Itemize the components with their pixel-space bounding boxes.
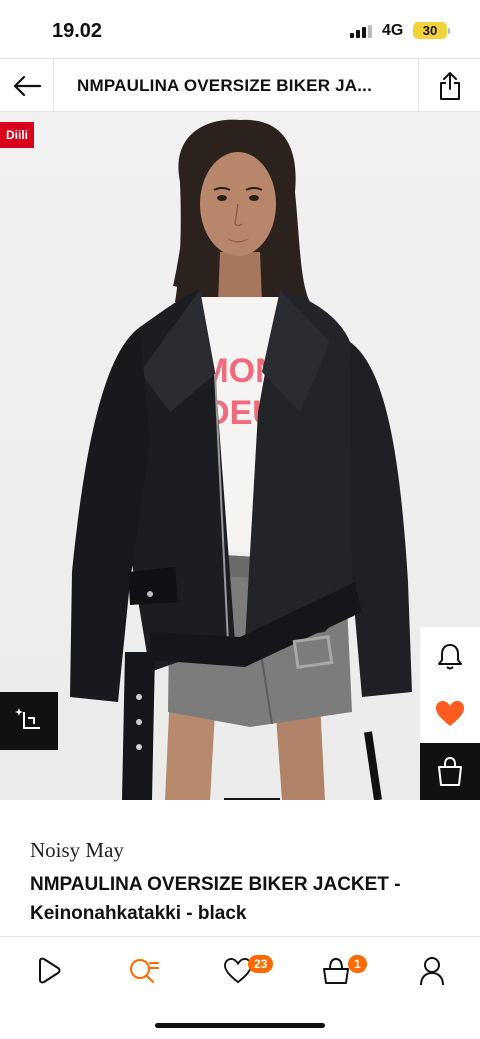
nav-home[interactable] [24,951,72,991]
signal-icon [350,25,374,38]
brand-name[interactable]: Noisy May [30,838,124,863]
nav-bag[interactable]: 1 [312,951,367,991]
heart-filled-icon [436,701,464,726]
status-time: 19.02 [52,20,103,42]
back-button[interactable] [0,59,54,112]
play-home-icon [39,957,61,984]
share-button[interactable] [418,59,480,112]
product-name: NMPAULINA OVERSIZE BIKER JACKET - Keinon… [30,874,401,924]
side-actions [420,627,480,800]
status-bar: 19.02 4G 30 [0,0,480,58]
wishlist-button[interactable] [420,685,480,743]
bell-icon [438,644,462,670]
bag-icon [438,757,462,786]
arrow-left-icon [13,75,41,96]
share-icon [439,71,460,100]
add-to-bag-button[interactable] [420,743,480,800]
image-carousel-indicator [224,798,280,800]
home-indicator [155,1023,325,1028]
bag-icon [323,957,349,984]
bag-count-badge: 1 [348,955,367,973]
deal-badge: Diili [0,122,35,148]
product-header: NMPAULINA OVERSIZE BIKER JA... [0,58,480,112]
wishlist-count-badge: 23 [248,955,274,973]
view-similar-button[interactable] [0,692,58,750]
page-title: NMPAULINA OVERSIZE BIKER JA... [77,76,373,95]
product-image[interactable]: Diili MON COEUR [0,112,480,800]
nav-profile[interactable] [408,951,456,991]
battery-icon: 30 [413,22,450,39]
nav-wishlist[interactable]: 23 [214,951,274,991]
model-photo: MON COEUR [70,119,412,800]
crop-sparkle-icon [15,708,40,729]
nav-search[interactable] [120,951,168,991]
network-type: 4G [382,22,404,39]
notify-button[interactable] [420,627,480,685]
battery-level: 30 [422,23,438,38]
search-icon [130,959,159,983]
user-icon [420,957,444,986]
